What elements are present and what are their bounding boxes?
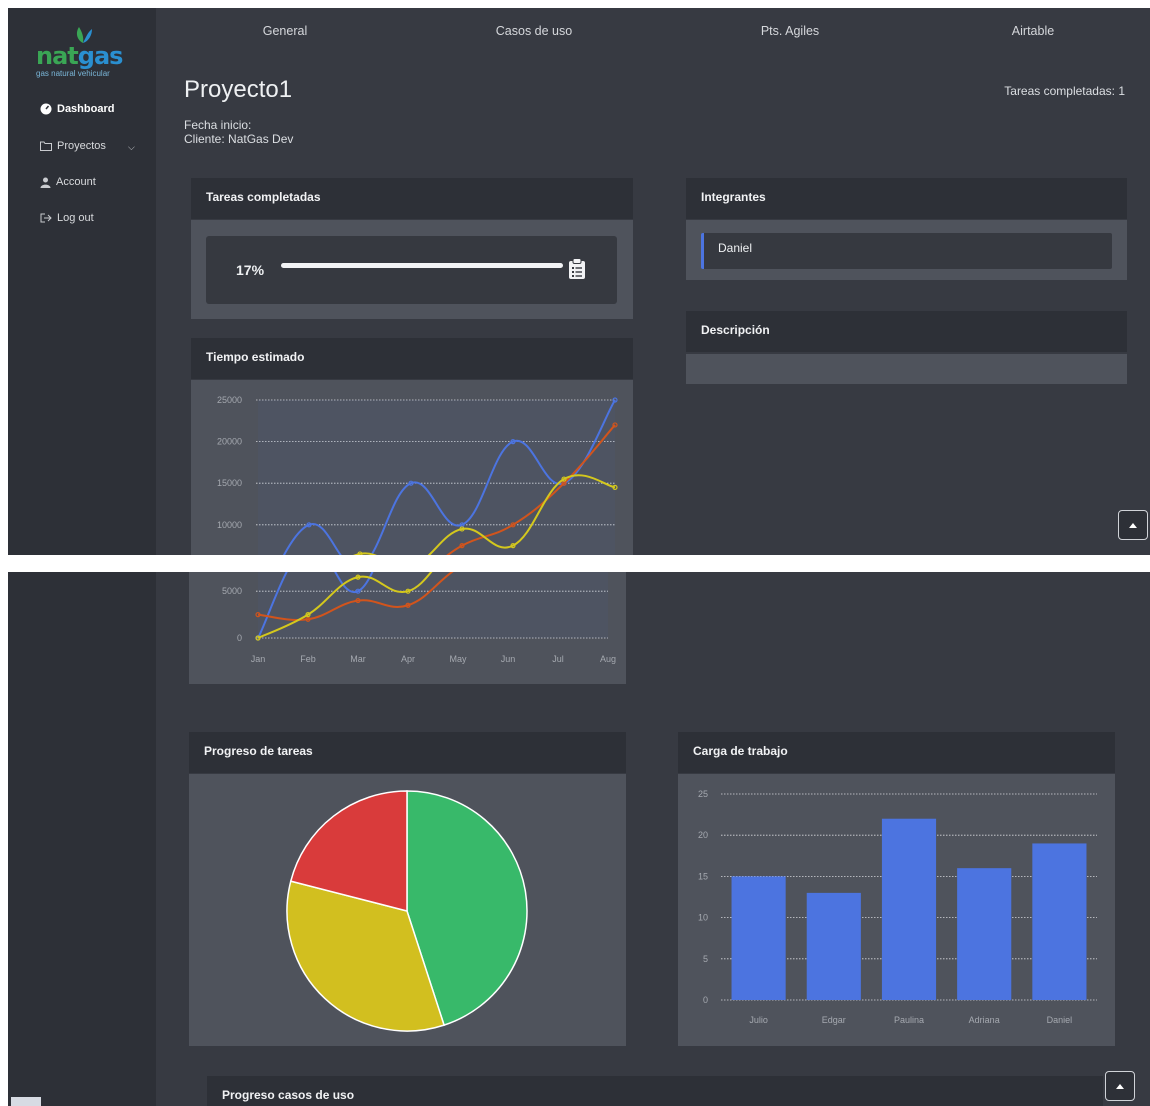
estimated-time-line-chart: 0500010000150002000025000 <box>217 395 618 555</box>
bar <box>1032 843 1087 1000</box>
sidebar-item-proyectos[interactable]: Proyectos <box>40 140 106 152</box>
sidebar-item-logout[interactable]: Log out <box>40 212 94 224</box>
y-tick-label: 5 <box>703 954 708 964</box>
y-tick-label: 15 <box>698 871 708 881</box>
x-tick-label: Julio <box>749 1015 768 1025</box>
y-tick-label: 20000 <box>217 437 242 447</box>
y-tick-label: 25 <box>698 789 708 799</box>
sign-out-icon <box>40 213 52 223</box>
bar <box>731 876 786 1000</box>
task-progress-card-title: Progreso de tareas <box>189 732 626 773</box>
sidebar-item-label: Dashboard <box>57 103 115 115</box>
tab-airtable[interactable]: Airtable <box>1012 24 1054 38</box>
workload-bar-chart: 0 5 10 15 20 25 Julio Edgar Paulina Adriana Daniel <box>698 789 1097 1025</box>
sidebar <box>8 572 156 1106</box>
x-tick-label: Aug <box>600 654 616 664</box>
x-tick-label: Edgar <box>822 1015 846 1025</box>
x-tick-label: Apr <box>401 654 415 664</box>
sidebar-item-account[interactable]: Account <box>40 176 96 188</box>
viewport-top: natgas gas natural vehicular Dashboard P… <box>8 8 1150 555</box>
y-tick-label: 0 <box>703 995 708 1005</box>
progress-bar <box>281 263 563 268</box>
tab-casos-de-uso[interactable]: Casos de uso <box>496 24 572 38</box>
sidebar-item-label: Proyectos <box>57 140 106 152</box>
y-tick-label: 20 <box>698 830 708 840</box>
x-tick-label: Adriana <box>969 1015 1000 1025</box>
estimated-time-card-title: Tiempo estimado <box>191 338 633 379</box>
y-tick-label: 10 <box>698 913 708 923</box>
member-name: Daniel <box>718 241 753 255</box>
y-tick-label: 10000 <box>217 520 242 530</box>
members-card-title: Integrantes <box>686 178 1127 219</box>
list-item[interactable]: Daniel <box>701 233 1112 269</box>
estimated-time-card-body: 0500010000150002000025000JanFebMarAprMay… <box>189 572 626 684</box>
x-tick-label: Mar <box>350 654 366 664</box>
folder-icon <box>40 141 52 151</box>
x-tick-label: Feb <box>300 654 316 664</box>
plot-area <box>258 400 615 555</box>
tasks-card-title: Tareas completadas <box>191 178 633 219</box>
status-tag <box>11 1097 41 1106</box>
brand-tagline: gas natural vehicular <box>36 69 110 78</box>
x-tick-label: Daniel <box>1047 1015 1073 1025</box>
plot-area <box>258 572 608 638</box>
y-tick-label: 0 <box>237 633 242 643</box>
scroll-top-button[interactable] <box>1105 1071 1135 1101</box>
x-tick-label: Jun <box>501 654 516 664</box>
progress-bar-fill <box>281 263 563 268</box>
tab-general[interactable]: General <box>263 24 307 38</box>
y-tick-label: 25000 <box>217 395 242 405</box>
progress-panel: 17% <box>206 236 617 304</box>
viewport-bottom: 0500010000150002000025000JanFebMarAprMay… <box>8 572 1150 1106</box>
bar <box>957 868 1012 1000</box>
use-cases-card-title: Progreso casos de uso <box>207 1076 1103 1106</box>
sidebar-item-label: Account <box>56 176 96 188</box>
task-progress-pie-chart <box>286 790 528 1032</box>
task-progress-card-body <box>189 774 626 1046</box>
estimated-time-line-chart: 0500010000150002000025000JanFebMarAprMay… <box>222 572 616 664</box>
y-tick-label: 15000 <box>217 478 242 488</box>
sidebar-item-dashboard[interactable]: Dashboard <box>40 103 114 115</box>
workload-card-body: 0 5 10 15 20 25 Julio Edgar Paulina Adriana Daniel <box>678 774 1115 1046</box>
natgas-logo[interactable]: natgas gas natural vehicular <box>36 24 136 78</box>
estimated-time-card-body: 0500010000150002000025000 <box>191 380 633 555</box>
description-card-body <box>686 354 1127 384</box>
chevron-down-icon[interactable]: ⌵ <box>128 142 135 153</box>
workload-card-title: Carga de trabajo <box>678 732 1115 773</box>
sidebar: natgas gas natural vehicular Dashboard P… <box>8 8 156 555</box>
y-tick-label: 5000 <box>222 586 242 596</box>
client-label: Cliente: NatGas Dev <box>184 132 294 146</box>
description-card-title: Descripción <box>686 311 1127 352</box>
x-tick-label: Paulina <box>894 1015 924 1025</box>
sidebar-item-label: Log out <box>57 212 94 224</box>
brand-wordmark: natgas <box>36 42 123 70</box>
tasks-card-body: 17% <box>191 220 633 319</box>
user-icon <box>40 177 51 188</box>
tab-pts-agiles[interactable]: Pts. Agiles <box>761 24 819 38</box>
progress-percent: 17% <box>236 262 265 278</box>
members-card-body: Daniel <box>686 220 1127 280</box>
bar <box>806 892 861 1000</box>
x-tick-label: Jul <box>552 654 564 664</box>
page-title: Proyecto1 <box>184 76 293 103</box>
tachometer-icon <box>40 103 52 115</box>
x-tick-label: May <box>449 654 467 664</box>
bar <box>881 818 937 1000</box>
x-tick-label: Jan <box>251 654 266 664</box>
start-date-label: Fecha inicio: <box>184 118 252 132</box>
clipboard-list-icon <box>569 258 585 279</box>
tasks-completed-count: Tareas completadas: 1 <box>1004 84 1125 98</box>
scroll-top-button[interactable] <box>1118 510 1148 540</box>
